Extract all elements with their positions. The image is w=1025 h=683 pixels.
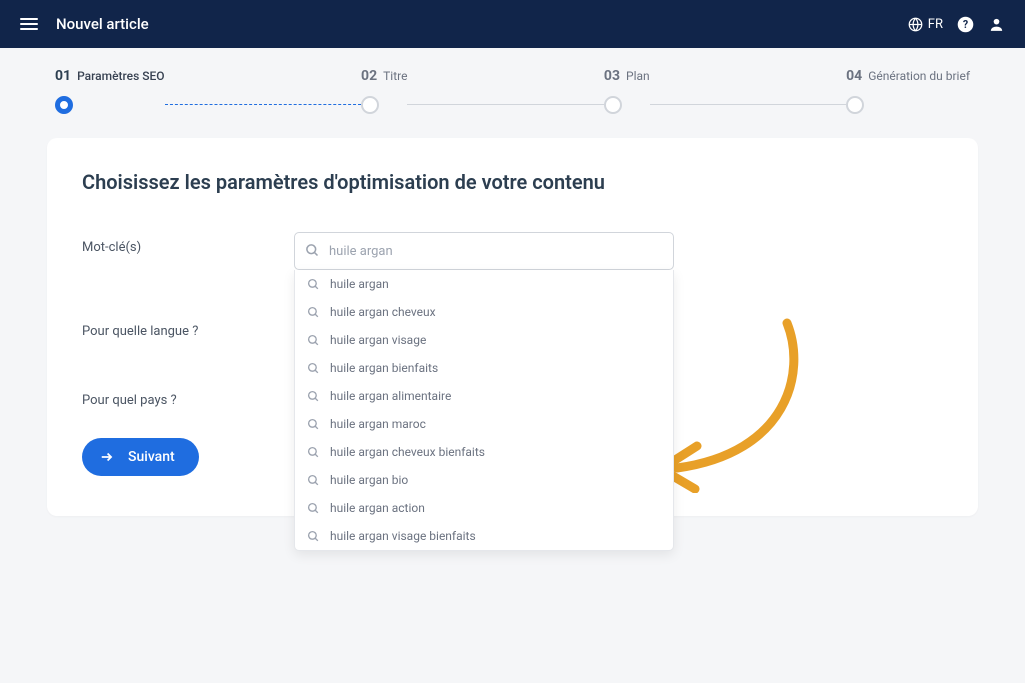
keyword-label: Mot-clé(s) [82,232,294,255]
suggestion-item[interactable]: huile argan bienfaits [295,354,673,382]
step-plan[interactable]: 03 Plan [604,68,650,114]
step-label: Paramètres SEO [77,69,164,83]
suggestion-item[interactable]: huile argan cheveux bienfaits [295,438,673,466]
search-icon [307,278,320,291]
header-right: FR ? [908,16,1005,33]
language-switcher[interactable]: FR [908,17,943,32]
suggestion-item[interactable]: huile argan action [295,494,673,522]
step-circle [361,96,379,114]
suggestion-item[interactable]: huile argan visage [295,326,673,354]
suggestion-text: huile argan [330,277,389,291]
next-button[interactable]: Suivant [82,438,199,476]
step-titre[interactable]: 02 Titre [361,68,407,114]
suggestion-text: huile argan bio [330,473,408,487]
search-icon [307,446,320,459]
card-title: Choisissez les paramètres d'optimisation… [82,170,943,194]
suggestion-text: huile argan maroc [330,417,426,431]
step-label: Génération du brief [868,69,970,83]
suggestion-text: huile argan visage bienfaits [330,529,476,543]
suggestion-item[interactable]: huile argan visage bienfaits [295,522,673,550]
search-icon [307,334,320,347]
help-icon: ? [957,16,974,33]
language-label: Pour quelle langue ? [82,316,294,339]
next-button-label: Suivant [128,449,175,465]
suggestion-text: huile argan visage [330,333,426,347]
step-seo[interactable]: 01 Paramètres SEO [55,68,165,114]
lang-label: FR [928,17,943,32]
settings-card: Choisissez les paramètres d'optimisation… [47,138,978,516]
profile-button[interactable] [988,16,1005,33]
suggestion-text: huile argan action [330,501,425,515]
search-icon [307,362,320,375]
globe-icon [908,17,923,32]
page-title: Nouvel article [56,15,149,33]
suggestion-text: huile argan alimentaire [330,389,451,403]
step-circle [604,96,622,114]
suggestion-item[interactable]: huile argan cheveux [295,298,673,326]
step-brief[interactable]: 04 Génération du brief [846,68,970,114]
step-connector [407,104,603,105]
search-icon [307,502,320,515]
suggestion-text: huile argan bienfaits [330,361,438,375]
search-icon [307,418,320,431]
search-icon [307,306,320,319]
search-icon [307,530,320,543]
stepper: 01 Paramètres SEO 02 Titre 03 Plan 04 [47,68,978,138]
step-num: 03 [604,68,620,84]
search-icon [307,474,320,487]
suggestion-item[interactable]: huile argan bio [295,466,673,494]
svg-text:?: ? [963,18,968,31]
suggestions-dropdown: huile argan huile argan cheveux huile ar… [294,270,674,551]
step-label: Titre [383,69,407,83]
step-label: Plan [626,69,650,83]
keyword-row: Mot-clé(s) huile argan huile argan cheve… [82,232,943,270]
suggestion-item[interactable]: huile argan maroc [295,410,673,438]
main-content: 01 Paramètres SEO 02 Titre 03 Plan 04 [0,48,1025,516]
step-num: 01 [55,68,71,84]
step-circle-active [55,96,73,114]
search-icon [305,243,320,258]
country-label: Pour quel pays ? [82,385,294,408]
user-icon [988,16,1005,33]
keyword-input[interactable] [294,232,674,270]
suggestion-item[interactable]: huile argan [295,270,673,298]
search-icon [307,390,320,403]
help-button[interactable]: ? [957,16,974,33]
suggestion-item[interactable]: huile argan alimentaire [295,382,673,410]
step-connector [650,104,846,105]
step-connector [165,104,361,105]
header-left: Nouvel article [20,15,149,33]
step-num: 02 [361,68,377,84]
suggestion-text: huile argan cheveux bienfaits [330,445,485,459]
keyword-input-wrap: huile argan huile argan cheveux huile ar… [294,232,674,270]
suggestion-text: huile argan cheveux [330,305,436,319]
step-num: 04 [846,68,862,84]
menu-icon[interactable] [20,18,38,30]
step-circle [846,96,864,114]
app-header: Nouvel article FR ? [0,0,1025,48]
arrow-right-icon [100,450,114,464]
